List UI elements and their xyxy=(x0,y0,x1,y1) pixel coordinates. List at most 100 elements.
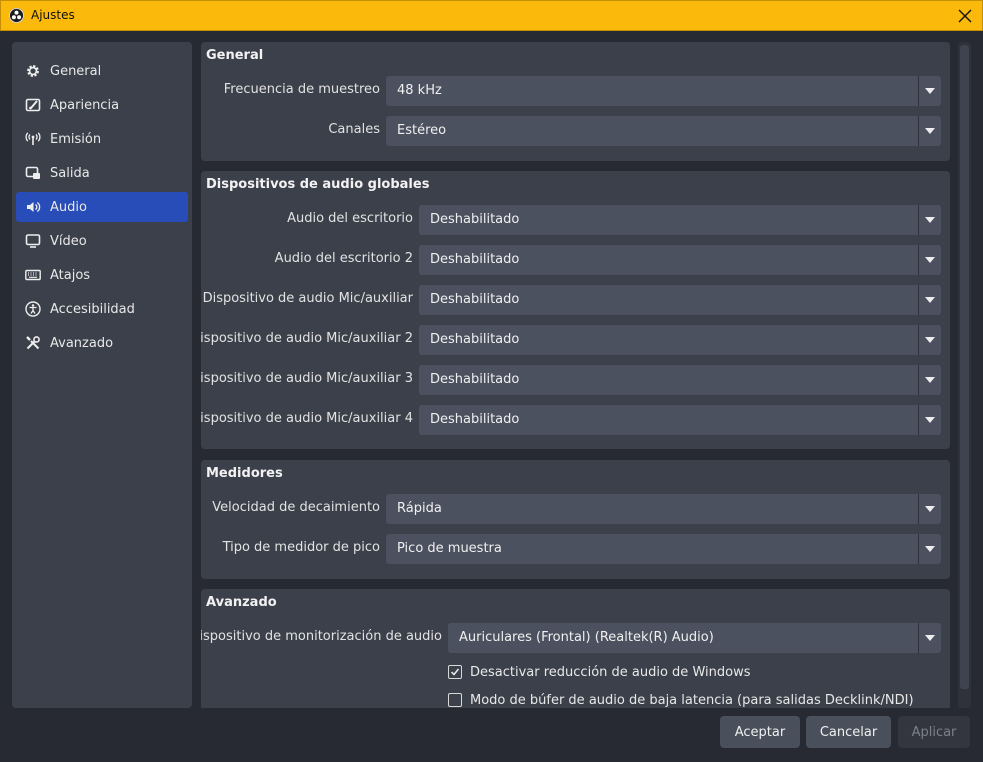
chevron-down-icon[interactable] xyxy=(918,405,941,435)
group-title: General xyxy=(206,48,264,63)
setting-row: Velocidad de decaimiento Rápida xyxy=(201,494,950,524)
group-meters: Medidores Velocidad de decaimiento Rápid… xyxy=(201,460,950,579)
sample-rate-select[interactable]: 48 kHz xyxy=(386,76,941,106)
group-title: Avanzado xyxy=(206,595,277,610)
desktop-audio-2-select[interactable]: Deshabilitado xyxy=(419,245,941,275)
chevron-down-icon[interactable] xyxy=(918,325,941,355)
sidebar-item-label: General xyxy=(50,63,102,79)
settings-window: General Apariencia Emisión Salida Audio xyxy=(0,31,983,762)
chevron-down-icon[interactable] xyxy=(918,534,941,564)
chevron-down-icon[interactable] xyxy=(918,365,941,395)
sidebar-item-audio[interactable]: Audio xyxy=(16,192,188,222)
channels-label: Canales xyxy=(328,122,380,137)
apply-button[interactable]: Aplicar xyxy=(898,716,970,748)
combo-value: Auriculares (Frontal) (Realtek(R) Audio) xyxy=(459,630,714,645)
setting-row: Frecuencia de muestreo 48 kHz xyxy=(201,76,950,106)
checkmark-icon xyxy=(450,668,460,676)
sidebar-item-appearance[interactable]: Apariencia xyxy=(16,90,188,120)
sidebar-item-label: Apariencia xyxy=(50,97,120,113)
chevron-down-icon[interactable] xyxy=(918,494,941,524)
monitor-icon xyxy=(24,232,42,250)
disable-ducking-label: Desactivar reducción de audio de Windows xyxy=(470,664,751,680)
group-general: General Frecuencia de muestreo 48 kHz Ca… xyxy=(201,42,950,161)
gear-icon xyxy=(24,62,42,80)
sidebar-item-general[interactable]: General xyxy=(16,56,188,86)
chevron-down-icon[interactable] xyxy=(918,245,941,275)
combo-value: Rápida xyxy=(397,501,442,516)
mic-aux-3-select[interactable]: Deshabilitado xyxy=(419,365,941,395)
low-latency-checkbox[interactable] xyxy=(448,693,462,707)
tools-icon xyxy=(24,334,42,352)
combo-value: 48 kHz xyxy=(397,83,442,98)
accessibility-icon xyxy=(24,300,42,318)
monitoring-device-select[interactable]: Auriculares (Frontal) (Realtek(R) Audio) xyxy=(448,623,941,653)
output-icon xyxy=(24,164,42,182)
low-latency-checkbox-row[interactable]: Modo de búfer de audio de baja latencia … xyxy=(448,690,914,708)
scrollbar-thumb[interactable] xyxy=(960,45,969,689)
mic-aux-2-select[interactable]: Deshabilitado xyxy=(419,325,941,355)
mic-aux-3-label: Dispositivo de audio Mic/auxiliar 3 xyxy=(201,371,413,386)
speaker-icon xyxy=(24,198,42,216)
window-title: Ajustes xyxy=(31,8,75,22)
sidebar-item-label: Atajos xyxy=(50,267,91,283)
combo-value: Deshabilitado xyxy=(430,252,520,267)
chevron-down-icon[interactable] xyxy=(918,76,941,106)
chevron-down-icon[interactable] xyxy=(918,205,941,235)
sidebar-item-label: Audio xyxy=(50,199,87,215)
mic-aux-4-select[interactable]: Deshabilitado xyxy=(419,405,941,435)
group-advanced: Avanzado Dispositivo de monitorización d… xyxy=(201,589,950,708)
setting-row: Dispositivo de audio Mic/auxiliar 4 Desh… xyxy=(201,405,950,435)
sidebar-item-label: Vídeo xyxy=(50,233,87,249)
combo-value: Deshabilitado xyxy=(430,332,520,347)
settings-sidebar: General Apariencia Emisión Salida Audio xyxy=(12,42,192,708)
content-scrollbar[interactable] xyxy=(958,42,971,708)
setting-row: Tipo de medidor de pico Pico de muestra xyxy=(201,534,950,564)
desktop-audio-2-label: Audio del escritorio 2 xyxy=(274,251,413,266)
desktop-audio-select[interactable]: Deshabilitado xyxy=(419,205,941,235)
close-icon[interactable] xyxy=(954,5,976,27)
cancel-button[interactable]: Cancelar xyxy=(806,716,891,748)
sidebar-item-video[interactable]: Vídeo xyxy=(16,226,188,256)
keyboard-icon xyxy=(24,266,42,284)
mic-aux-select[interactable]: Deshabilitado xyxy=(419,285,941,315)
mic-aux-4-label: Dispositivo de audio Mic/auxiliar 4 xyxy=(201,411,413,426)
obs-logo-icon xyxy=(9,8,24,23)
accept-button[interactable]: Aceptar xyxy=(720,716,800,748)
setting-row: Audio del escritorio Deshabilitado xyxy=(201,205,950,235)
group-global-audio-devices: Dispositivos de audio globales Audio del… xyxy=(201,171,950,449)
mic-aux-2-label: Dispositivo de audio Mic/auxiliar 2 xyxy=(201,331,413,346)
combo-value: Deshabilitado xyxy=(430,212,520,227)
sidebar-item-accessibility[interactable]: Accesibilidad xyxy=(16,294,188,324)
group-title: Medidores xyxy=(206,466,283,481)
sidebar-item-stream[interactable]: Emisión xyxy=(16,124,188,154)
low-latency-label: Modo de búfer de audio de baja latencia … xyxy=(470,692,914,708)
chevron-down-icon[interactable] xyxy=(918,116,941,146)
disable-ducking-checkbox-row[interactable]: Desactivar reducción de audio de Windows xyxy=(448,662,750,682)
channels-select[interactable]: Estéreo xyxy=(386,116,941,146)
setting-row: Audio del escritorio 2 Deshabilitado xyxy=(201,245,950,275)
sidebar-item-advanced[interactable]: Avanzado xyxy=(16,328,188,358)
combo-value: Deshabilitado xyxy=(430,292,520,307)
chevron-down-icon[interactable] xyxy=(918,623,941,653)
combo-value: Estéreo xyxy=(397,123,447,138)
sidebar-item-label: Emisión xyxy=(50,131,102,147)
setting-row: Dispositivo de audio Mic/auxiliar 2 Desh… xyxy=(201,325,950,355)
sidebar-item-label: Avanzado xyxy=(50,335,114,351)
disable-ducking-checkbox[interactable] xyxy=(448,665,462,679)
setting-row: Canales Estéreo xyxy=(201,116,950,146)
sidebar-item-hotkeys[interactable]: Atajos xyxy=(16,260,188,290)
peak-meter-type-select[interactable]: Pico de muestra xyxy=(386,534,941,564)
decay-rate-label: Velocidad de decaimiento xyxy=(212,500,380,515)
chevron-down-icon[interactable] xyxy=(918,285,941,315)
decay-rate-select[interactable]: Rápida xyxy=(386,494,941,524)
sidebar-item-output[interactable]: Salida xyxy=(16,158,188,188)
sample-rate-label: Frecuencia de muestreo xyxy=(223,82,380,97)
desktop-audio-label: Audio del escritorio xyxy=(287,211,413,226)
monitoring-device-label: Dispositivo de monitorización de audio xyxy=(201,629,442,644)
combo-value: Deshabilitado xyxy=(430,412,520,427)
peak-meter-type-label: Tipo de medidor de pico xyxy=(222,540,380,555)
title-bar: Ajustes xyxy=(0,0,983,31)
antenna-icon xyxy=(24,130,42,148)
setting-row: Dispositivo de audio Mic/auxiliar 3 Desh… xyxy=(201,365,950,395)
settings-content: General Frecuencia de muestreo 48 kHz Ca… xyxy=(201,42,950,708)
